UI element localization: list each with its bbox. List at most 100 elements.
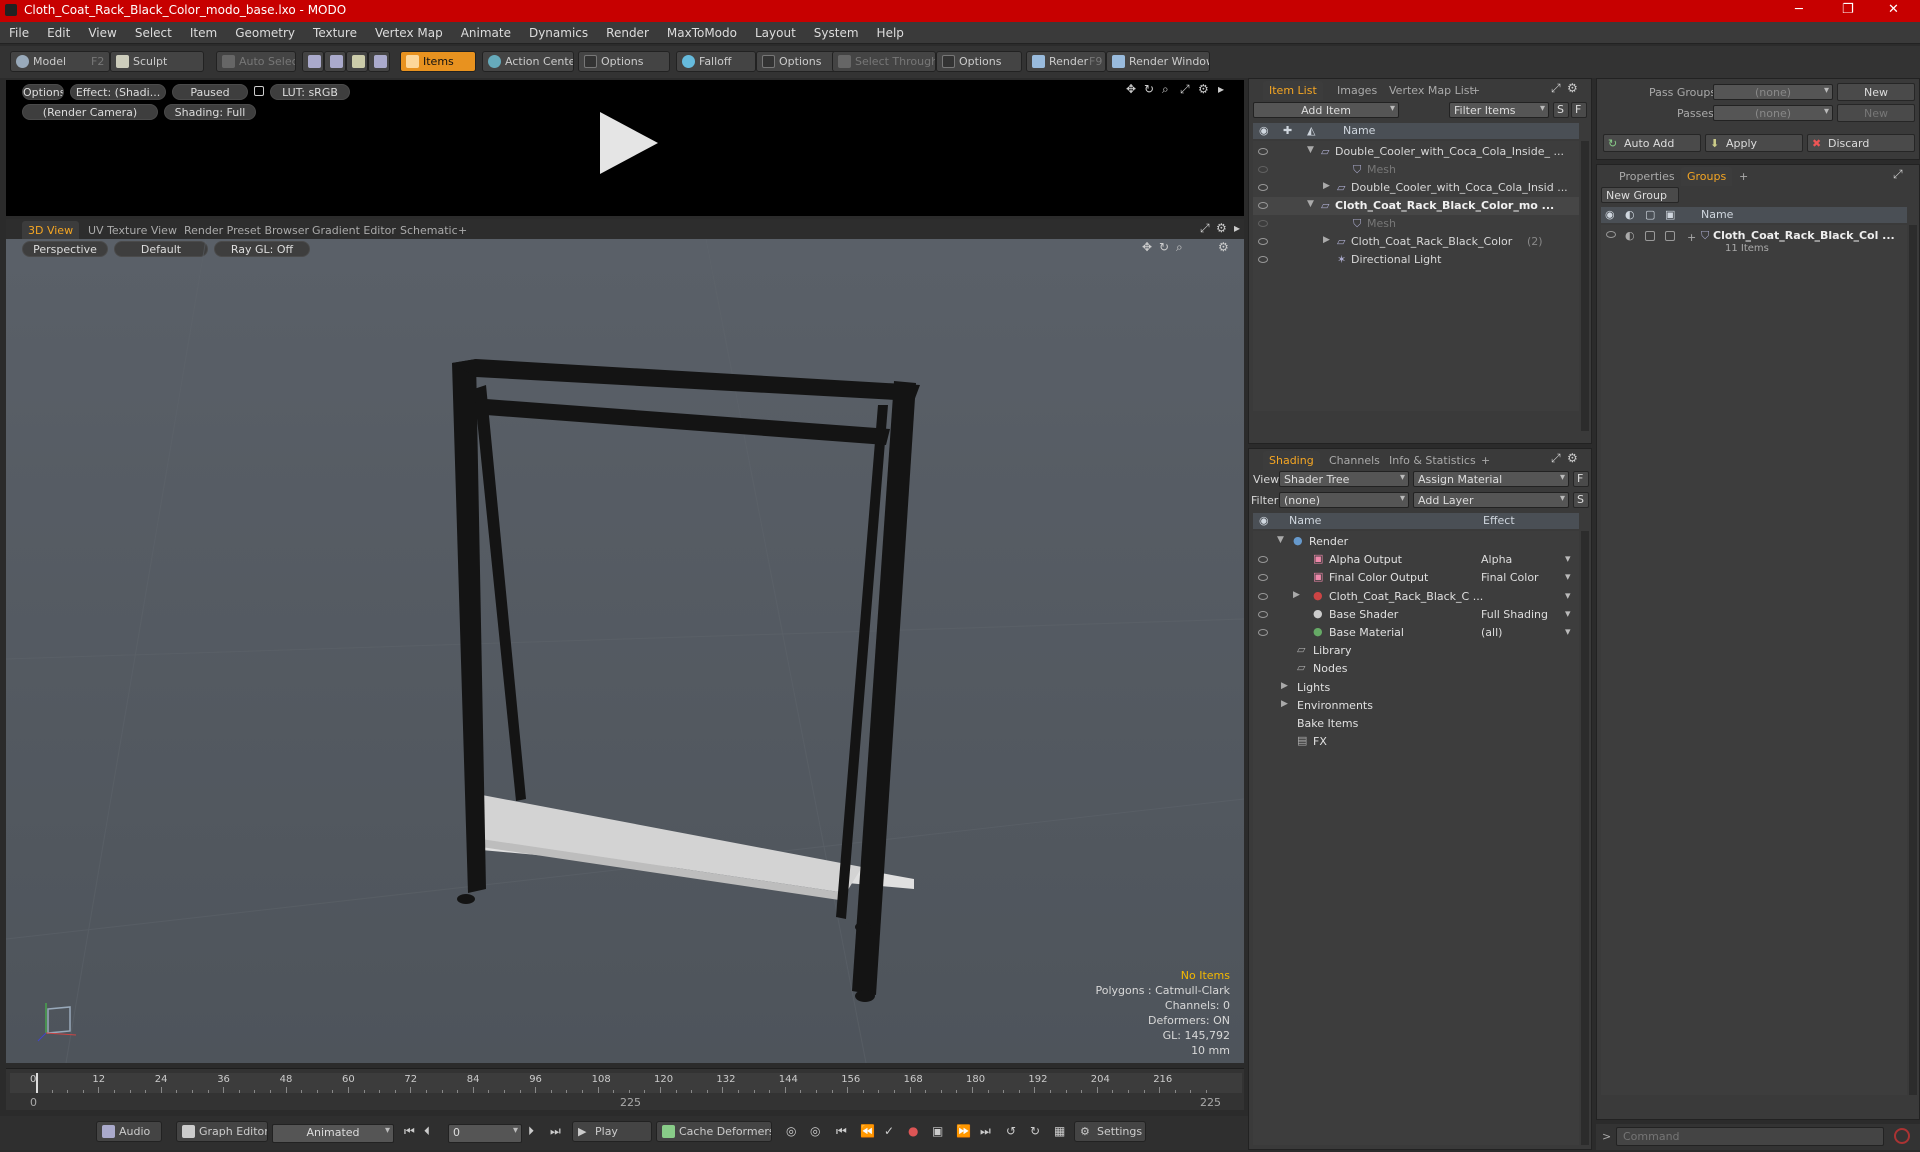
- lock-checkbox[interactable]: [1645, 231, 1655, 241]
- item-list-row[interactable]: ▶ ▱ Double_Cooler_with_Coca_Cola_Insid ...: [1253, 179, 1579, 197]
- item-list-row[interactable]: ▼ ▱ Cloth_Coat_Rack_Black_Color_mo ...: [1253, 197, 1579, 215]
- render-camera-dropdown[interactable]: (Render Camera): [22, 104, 158, 120]
- auto-key-icon[interactable]: ✓: [884, 1124, 894, 1138]
- filter-items-input[interactable]: Filter Items: [1449, 102, 1549, 118]
- eye-icon[interactable]: [1258, 556, 1268, 564]
- maximize-icon[interactable]: ⤢: [1180, 82, 1190, 97]
- settings-button[interactable]: ⚙ Settings: [1074, 1121, 1146, 1142]
- menu-select[interactable]: Select: [126, 22, 181, 40]
- graph-editor-button[interactable]: Graph Editor: [176, 1121, 268, 1142]
- select-icon[interactable]: ▣: [1665, 208, 1675, 221]
- tab-item-list[interactable]: Item List: [1263, 81, 1323, 100]
- preview-options-button[interactable]: Options: [22, 84, 64, 100]
- cache-deformers-button[interactable]: Cache Deformers: [656, 1121, 772, 1142]
- effect-dropdown[interactable]: Final Color: [1481, 571, 1573, 584]
- view-dropdown[interactable]: Shader Tree: [1279, 471, 1409, 487]
- sculpt-mode-button[interactable]: Sculpt: [110, 51, 204, 72]
- shader-tree-row[interactable]: ▶ ● Cloth_Coat_Rack_Black_C ... ▾: [1253, 588, 1579, 606]
- maximize-button[interactable]: ❐: [1842, 2, 1854, 17]
- tab-shading[interactable]: Shading: [1263, 451, 1320, 470]
- eye-icon[interactable]: [1258, 202, 1268, 209]
- maximize-icon[interactable]: ⤢: [1551, 451, 1561, 466]
- command-input[interactable]: [1616, 1127, 1884, 1146]
- collapse-arrow-icon[interactable]: ▼: [1277, 535, 1284, 545]
- key-icon[interactable]: ◎: [786, 1124, 796, 1138]
- polygons-mode-button[interactable]: [346, 51, 368, 72]
- menu-animate[interactable]: Animate: [452, 22, 520, 40]
- tab-groups[interactable]: Groups: [1681, 167, 1733, 186]
- next-frame-icon[interactable]: ⏩: [956, 1124, 971, 1138]
- gear-icon[interactable]: ⚙: [1198, 82, 1209, 96]
- record-icon[interactable]: ●: [908, 1124, 918, 1138]
- select-options[interactable]: Options: [936, 51, 1022, 72]
- group-row[interactable]: ◐ + ⛉ Cloth_Coat_Rack_Black_Col ... 11 I…: [1601, 227, 1907, 259]
- eye-icon[interactable]: [1258, 148, 1268, 155]
- falloff-button[interactable]: Falloff: [676, 51, 756, 72]
- shader-tree-row[interactable]: ● Base Shader Full Shading ▾: [1253, 606, 1579, 624]
- new-pass-group-button[interactable]: New: [1837, 83, 1915, 101]
- shader-tree-row[interactable]: ▶ Lights: [1253, 679, 1579, 697]
- paused-button[interactable]: Paused: [172, 84, 248, 100]
- render-preview[interactable]: Options Effect: (Shadi... Paused LUT: sR…: [6, 80, 1244, 216]
- add-tab-button[interactable]: +: [1733, 167, 1754, 186]
- shader-tree-row[interactable]: ▤ FX: [1253, 733, 1579, 751]
- assign-material-dropdown[interactable]: Assign Material: [1413, 471, 1569, 487]
- eye-icon[interactable]: ◉: [1259, 514, 1269, 527]
- tab-info-statistics[interactable]: Info & Statistics: [1383, 451, 1482, 470]
- timeline-ruler[interactable]: 0 12 24 36 48 60 72 84 96 108 120 132 144 156 168 180 19…: [10, 1073, 1242, 1093]
- menu-texture[interactable]: Texture: [304, 22, 366, 40]
- s-button[interactable]: S: [1573, 492, 1589, 508]
- add-tab-button[interactable]: +: [1475, 451, 1496, 470]
- chevron-down-icon[interactable]: ▾: [1565, 552, 1571, 565]
- eye-icon[interactable]: [1258, 610, 1268, 618]
- prev-key-icon[interactable]: ⏮: [836, 1124, 847, 1139]
- groups-scrollbar[interactable]: [1909, 225, 1917, 1095]
- render-col-icon[interactable]: ◭: [1307, 124, 1315, 137]
- select-checkbox[interactable]: [1665, 231, 1675, 241]
- skip-start-icon[interactable]: ⏮: [404, 1124, 415, 1139]
- select-through-button[interactable]: Select Through: [832, 51, 936, 72]
- name-column-header[interactable]: Name: [1701, 208, 1733, 221]
- action-center-button[interactable]: Action Center: [482, 51, 574, 72]
- item-list-scrollbar[interactable]: [1581, 141, 1589, 431]
- eye-icon[interactable]: [1258, 184, 1268, 191]
- key-all-icon[interactable]: ◎: [810, 1124, 820, 1138]
- close-button[interactable]: ✕: [1888, 2, 1899, 17]
- apply-button[interactable]: ⬇ Apply: [1705, 134, 1803, 152]
- viewport-3d[interactable]: Perspective Default Ray GL: Off ✥ ↻ ⌕ ⚙ …: [6, 239, 1244, 1063]
- tab-render-preset-browser[interactable]: Render Preset Browser: [178, 221, 315, 240]
- eye-icon[interactable]: [1258, 238, 1268, 245]
- eye-icon[interactable]: [1258, 592, 1268, 600]
- maximize-icon[interactable]: ⤢: [1200, 221, 1210, 236]
- materials-mode-button[interactable]: [368, 51, 390, 72]
- minimize-button[interactable]: ─: [1795, 2, 1803, 17]
- menu-view[interactable]: View: [79, 22, 125, 40]
- discard-button[interactable]: ✖ Discard: [1807, 134, 1915, 152]
- s-button[interactable]: S: [1553, 102, 1569, 118]
- lut-dropdown[interactable]: LUT: sRGB: [270, 84, 350, 100]
- shader-tree-scrollbar[interactable]: [1581, 531, 1589, 1145]
- shading-dropdown[interactable]: Shading: Full: [164, 104, 256, 120]
- step-forward-icon[interactable]: ⏵: [528, 1124, 534, 1139]
- menu-render[interactable]: Render: [597, 22, 658, 40]
- passes-dropdown[interactable]: (none): [1713, 105, 1833, 121]
- step-back-icon[interactable]: ⏴: [424, 1124, 430, 1139]
- effect-dropdown[interactable]: Alpha: [1481, 553, 1573, 566]
- timeline[interactable]: 0 12 24 36 48 60 72 84 96 108 120 132 144 156 168 180 19…: [6, 1068, 1244, 1110]
- expand-arrow-icon[interactable]: ▶: [1293, 590, 1300, 600]
- eye-icon[interactable]: [1258, 166, 1268, 173]
- eye-icon[interactable]: [1258, 629, 1268, 636]
- lock-icon[interactable]: ✚: [1283, 124, 1292, 137]
- animated-dropdown[interactable]: Animated: [272, 1124, 394, 1143]
- eye-icon[interactable]: [1606, 231, 1616, 238]
- maximize-icon[interactable]: ⤢: [1893, 167, 1903, 182]
- shader-tree-row[interactable]: ▶ Environments: [1253, 697, 1579, 715]
- render-button[interactable]: Render F9: [1026, 51, 1106, 72]
- render-icon[interactable]: ◐: [1625, 229, 1635, 242]
- items-mode-button[interactable]: Items: [400, 51, 476, 72]
- effect-column-header[interactable]: Effect: [1483, 514, 1515, 527]
- eye-icon[interactable]: [1258, 220, 1268, 227]
- item-list-row[interactable]: ▼ ▱ Double_Cooler_with_Coca_Cola_Inside_ .…: [1253, 143, 1579, 161]
- chevron-down-icon[interactable]: ▾: [1565, 625, 1571, 638]
- tab-gradient-editor[interactable]: Gradient Editor: [306, 221, 402, 240]
